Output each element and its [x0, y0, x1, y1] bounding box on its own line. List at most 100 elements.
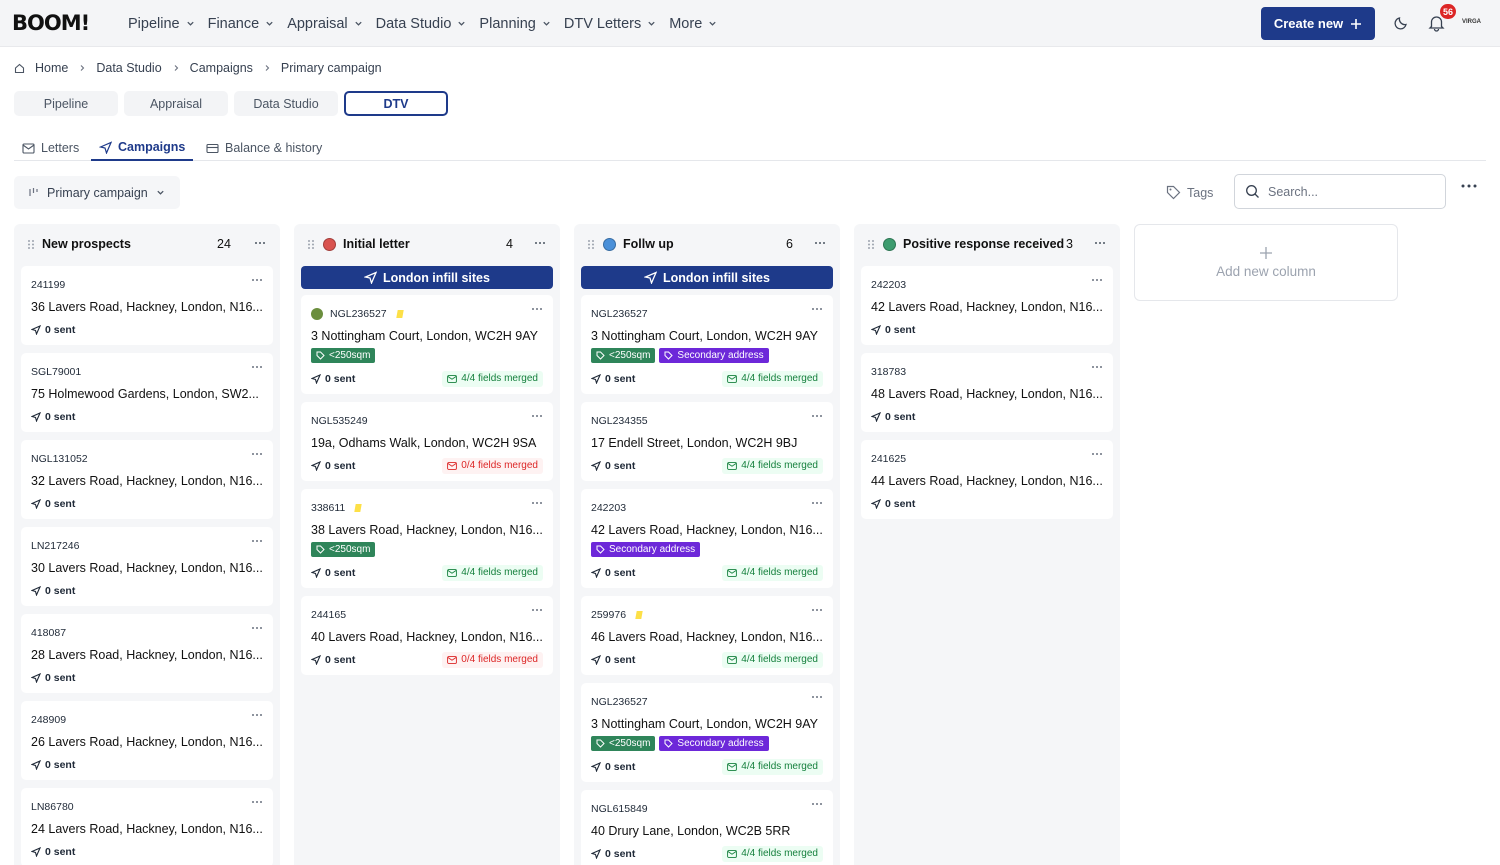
nav-pipeline[interactable]: Pipeline [128, 16, 195, 32]
card-footer: 0 sent 4/4 fields merged [591, 370, 823, 387]
send-icon [591, 654, 601, 665]
card-id-row: NGL236527 [311, 307, 543, 320]
card-id-row: 241625 [871, 452, 1103, 465]
more-options-icon[interactable] [811, 608, 823, 612]
card-id: 248909 [31, 713, 67, 726]
prospect-card[interactable]: 241199 36 Lavers Road, Hackney, London, N… [21, 266, 273, 345]
more-options-icon[interactable] [534, 241, 546, 245]
prospect-card[interactable]: NGL131052 32 Lavers Road, Hackney, London… [21, 440, 273, 519]
nav-planning[interactable]: Planning [479, 16, 550, 32]
drag-handle-icon[interactable] [307, 239, 315, 250]
prospect-card[interactable]: NGL535249 19a, Odhams Walk, London, WC2H … [301, 402, 553, 481]
more-options-icon[interactable] [1091, 365, 1103, 369]
moon-icon[interactable] [1393, 15, 1409, 31]
tag-badge[interactable]: <250sqm [591, 348, 656, 363]
more-options-icon[interactable] [251, 539, 263, 543]
prospect-card[interactable]: 244165 40 Lavers Road, Hackney, London, N… [301, 596, 553, 675]
more-options-icon[interactable] [251, 713, 263, 717]
campaign-filter-dropdown[interactable]: Primary campaign [14, 176, 180, 209]
card-id: NGL234355 [591, 414, 648, 427]
app-logo[interactable]: BOOM! [12, 11, 90, 35]
avatar[interactable]: VIRGA [1462, 19, 1481, 25]
more-options-icon[interactable] [531, 608, 543, 612]
more-options-icon[interactable] [1094, 241, 1106, 245]
campaign-button[interactable]: London infill sites [301, 266, 553, 289]
tab-dtv[interactable]: DTV [344, 91, 448, 116]
more-options-icon[interactable] [251, 278, 263, 282]
chevron-down-icon [354, 21, 362, 26]
nav-appraisal[interactable]: Appraisal [287, 16, 362, 32]
tags-button[interactable]: Tags [1158, 176, 1222, 209]
tag-badge[interactable]: <250sqm [591, 736, 656, 751]
more-options-icon[interactable] [254, 241, 266, 245]
tag-badge[interactable]: <250sqm [311, 542, 376, 557]
more-options-icon[interactable] [811, 501, 823, 505]
card-address: 30 Lavers Road, Hackney, London, N16... [31, 561, 263, 575]
card-id-row: 318783 [871, 365, 1103, 378]
breadcrumb: Home Data Studio Campaigns Primary campa… [14, 61, 382, 75]
tab-campaigns[interactable]: Campaigns [91, 135, 194, 161]
more-options-icon[interactable] [811, 802, 823, 806]
drag-handle-icon[interactable] [27, 239, 35, 250]
nav-more[interactable]: More [669, 16, 717, 32]
prospect-card[interactable]: NGL615849 40 Drury Lane, London, WC2B 5RR… [581, 790, 833, 865]
more-options-icon[interactable] [251, 365, 263, 369]
tab-data-studio[interactable]: Data Studio [234, 91, 338, 116]
prospect-card[interactable]: LN217246 30 Lavers Road, Hackney, London,… [21, 527, 273, 606]
more-options-icon[interactable] [1460, 183, 1478, 189]
prospect-card[interactable]: 242203 42 Lavers Road, Hackney, London, N… [581, 489, 833, 588]
create-new-button[interactable]: Create new [1261, 7, 1375, 40]
prospect-card[interactable]: 242203 42 Lavers Road, Hackney, London, N… [861, 266, 1113, 345]
campaign-button[interactable]: London infill sites [581, 266, 833, 289]
prospect-card[interactable]: 418087 28 Lavers Road, Hackney, London, N… [21, 614, 273, 693]
prospect-card[interactable]: NGL236527 3 Nottingham Court, London, WC2… [581, 683, 833, 782]
breadcrumb-data-studio[interactable]: Data Studio [96, 61, 161, 75]
tag-badge[interactable]: Secondary address [591, 542, 701, 557]
card-footer: 0 sent 4/4 fields merged [591, 564, 823, 581]
nav-finance[interactable]: Finance [208, 16, 275, 32]
drag-handle-icon[interactable] [867, 239, 875, 250]
prospect-card[interactable]: NGL236527 3 Nottingham Court, London, WC2… [301, 295, 553, 394]
prospect-card[interactable]: 248909 26 Lavers Road, Hackney, London, N… [21, 701, 273, 780]
prospect-card[interactable]: 259976 46 Lavers Road, Hackney, London, N… [581, 596, 833, 675]
nav-data-studio[interactable]: Data Studio [376, 16, 467, 32]
more-options-icon[interactable] [811, 414, 823, 418]
more-options-icon[interactable] [811, 695, 823, 699]
breadcrumb-home[interactable]: Home [35, 61, 68, 75]
search-input[interactable] [1268, 184, 1428, 199]
prospect-card[interactable]: 318783 48 Lavers Road, Hackney, London, N… [861, 353, 1113, 432]
more-options-icon[interactable] [1091, 278, 1103, 282]
prospect-card[interactable]: 241625 44 Lavers Road, Hackney, London, N… [861, 440, 1113, 519]
tag-badge[interactable]: <250sqm [311, 348, 376, 363]
prospect-card[interactable]: NGL234355 17 Endell Street, London, WC2H … [581, 402, 833, 481]
nav-label: More [669, 15, 703, 32]
more-options-icon[interactable] [814, 241, 826, 245]
breadcrumb-campaigns[interactable]: Campaigns [190, 61, 253, 75]
more-options-icon[interactable] [251, 626, 263, 630]
prospect-card[interactable]: LN86780 24 Lavers Road, Hackney, London, … [21, 788, 273, 865]
fields-merged-badge: 4/4 fields merged [722, 457, 823, 474]
add-new-column-button[interactable]: Add new column [1134, 224, 1398, 301]
prospect-card[interactable]: SGL79001 75 Holmewood Gardens, London, SW… [21, 353, 273, 432]
nav-dtv-letters[interactable]: DTV Letters [564, 16, 656, 32]
more-options-icon[interactable] [531, 501, 543, 505]
tab-letters[interactable]: Letters [14, 135, 87, 161]
drag-handle-icon[interactable] [587, 239, 595, 250]
more-options-icon[interactable] [811, 307, 823, 311]
section-tabs: Pipeline Appraisal Data Studio DTV [14, 91, 448, 116]
more-options-icon[interactable] [1091, 452, 1103, 456]
tag-badge[interactable]: Secondary address [659, 736, 769, 751]
more-options-icon[interactable] [531, 414, 543, 418]
fields-merged-label: 4/4 fields merged [741, 761, 818, 772]
more-options-icon[interactable] [251, 800, 263, 804]
tab-pipeline[interactable]: Pipeline [14, 91, 118, 116]
search-box [1234, 174, 1446, 209]
prospect-card[interactable]: NGL236527 3 Nottingham Court, London, WC2… [581, 295, 833, 394]
tab-balance-history[interactable]: Balance & history [198, 135, 330, 161]
prospect-card[interactable]: 338611 38 Lavers Road, Hackney, London, N… [301, 489, 553, 588]
more-options-icon[interactable] [251, 452, 263, 456]
tab-appraisal[interactable]: Appraisal [124, 91, 228, 116]
nav-label: Planning [479, 15, 536, 32]
more-options-icon[interactable] [531, 307, 543, 311]
tag-badge[interactable]: Secondary address [659, 348, 769, 363]
